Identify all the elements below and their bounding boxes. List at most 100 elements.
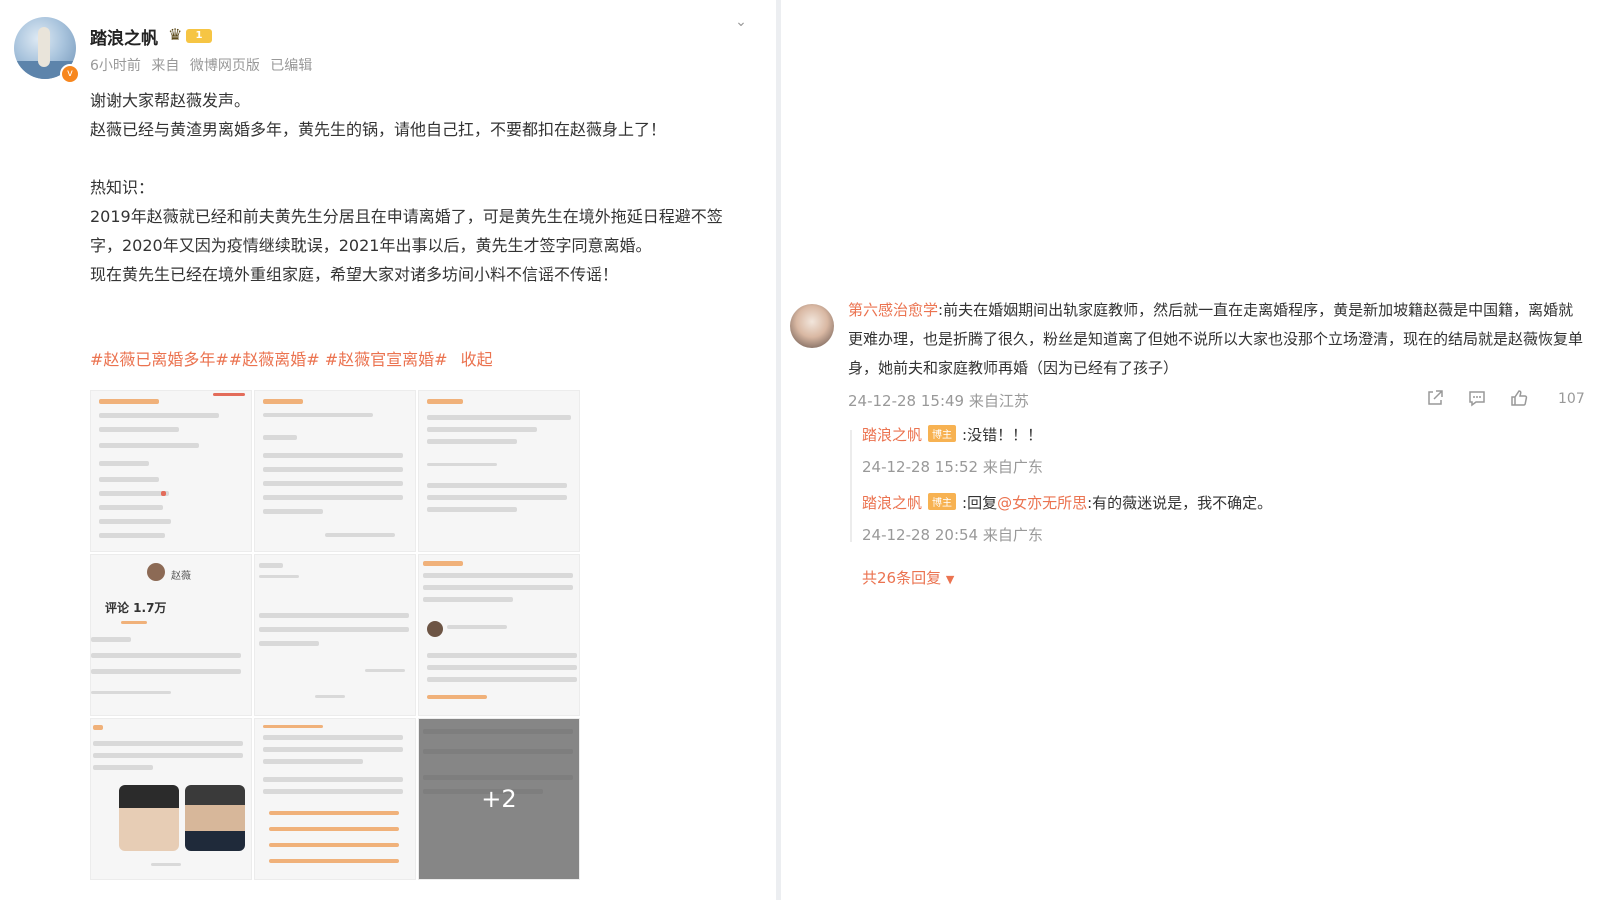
post-image-3[interactable] — [418, 390, 580, 552]
image-text-line — [263, 435, 297, 440]
image-text-line — [325, 533, 395, 537]
image-text-line — [315, 695, 345, 698]
post-image-1[interactable] — [90, 390, 252, 552]
total-replies-label[interactable]: 共26条回复 — [862, 569, 941, 587]
image-text-line — [99, 477, 159, 482]
comment-location: 来自江苏 — [968, 392, 1029, 410]
hashtag-link[interactable]: #赵薇已离婚多年# — [90, 350, 229, 369]
chevron-down-icon[interactable]: ⌄ — [733, 14, 749, 30]
image-text-line — [93, 725, 103, 730]
image-text-line — [99, 533, 165, 538]
post-image-2[interactable] — [254, 390, 416, 552]
hashtag-link[interactable]: #赵薇离婚# — [229, 350, 320, 369]
image-avatar — [147, 563, 165, 581]
image-text-line — [263, 759, 363, 764]
post-image-5[interactable] — [254, 554, 416, 716]
post-image-6[interactable] — [418, 554, 580, 716]
like-count: 107 — [1558, 391, 1585, 407]
image-text-line — [259, 627, 409, 632]
post-author-name[interactable]: 踏浪之帆 — [90, 24, 158, 49]
verified-badge-icon: v — [60, 64, 80, 84]
image-text-line — [269, 859, 399, 863]
comment-meta: 24-12-28 15:49 来自江苏 — [848, 390, 1029, 411]
image-text-line — [99, 443, 199, 448]
caret-down-icon: ▼ — [945, 573, 955, 586]
image-text-line — [427, 415, 571, 420]
image-text-line — [263, 413, 373, 417]
image-text-line — [91, 653, 241, 658]
share-icon[interactable] — [1424, 388, 1446, 410]
post-image-8[interactable] — [254, 718, 416, 880]
image-text-line — [423, 597, 513, 602]
reply-item: 踏浪之帆 博主:没错！！！ — [862, 424, 1042, 445]
comment-icon[interactable] — [1466, 388, 1488, 410]
post-source-prefix: 来自 — [151, 58, 180, 74]
image-text-line — [263, 495, 403, 500]
post-source: 微博网页版 — [189, 58, 260, 74]
image-text-line — [263, 467, 403, 472]
collapse-link[interactable]: 收起 — [461, 350, 493, 369]
comment-text: :前夫在婚姻期间出轨家庭教师，然后就一直在走离婚程序，黄是新加坡籍赵薇是中国籍，… — [848, 301, 1584, 377]
reply-meta: 24-12-28 20:54 来自广东 — [862, 524, 1043, 545]
author-badge: 博主 — [928, 425, 957, 442]
post-meta: 6小时前 来自 微博网页版 已编辑 — [90, 55, 318, 75]
image-text-line — [427, 665, 577, 670]
post-image-9[interactable]: +2 — [418, 718, 580, 880]
reply-text: :有的薇迷说是，我不确定。 — [1087, 494, 1273, 512]
image-text-line — [259, 613, 409, 618]
avatar-figure — [38, 27, 50, 67]
post-image-4[interactable]: 赵薇 评论 1.7万 — [90, 554, 252, 716]
post-line — [90, 144, 750, 173]
image-text-line — [263, 509, 323, 514]
image-text-line — [99, 427, 179, 432]
image-text-line — [263, 399, 303, 404]
image-text-line — [259, 575, 299, 578]
image-caption-comments: 评论 1.7万 — [105, 601, 167, 615]
reply-time: 24-12-28 20:54 — [862, 526, 979, 544]
image-photo-woman — [119, 785, 179, 851]
post-time[interactable]: 6小时前 — [90, 58, 141, 74]
post-tags: #赵薇已离婚多年##赵薇离婚# #赵薇官宣离婚# 收起 — [90, 346, 493, 370]
image-text-line — [263, 481, 403, 486]
column-divider — [776, 0, 781, 900]
commenter-avatar[interactable] — [790, 304, 834, 348]
image-text-line — [99, 461, 149, 466]
hashtag-link[interactable]: #赵薇官宣离婚# — [325, 350, 448, 369]
image-text-line — [121, 621, 147, 624]
reply-author[interactable]: 踏浪之帆 — [862, 426, 922, 444]
post-line: 赵薇已经与黄渣男离婚多年，黄先生的锅，请他自己扛，不要都扣在赵薇身上了！ — [90, 120, 667, 139]
image-text-line — [427, 439, 517, 444]
reply-location: 来自广东 — [982, 526, 1043, 544]
reply-author[interactable]: 踏浪之帆 — [862, 494, 922, 512]
image-text-line — [161, 491, 166, 496]
image-text-line — [263, 735, 403, 740]
image-text-line — [427, 653, 577, 658]
like-icon[interactable] — [1508, 388, 1530, 410]
image-text-line — [91, 637, 131, 642]
level-badge: 1 — [186, 29, 212, 43]
post-body: 谢谢大家帮赵薇发声。 赵薇已经与黄渣男离婚多年，黄先生的锅，请他自己扛，不要都扣… — [90, 86, 750, 289]
image-text-line — [99, 399, 159, 404]
image-text-line — [263, 777, 403, 782]
commenter-name[interactable]: 第六感治愈学 — [848, 301, 938, 319]
image-text-line — [263, 747, 403, 752]
image-text-line — [427, 463, 497, 466]
image-text-line — [259, 641, 319, 646]
image-text-line — [269, 811, 399, 815]
comment-body: 第六感治愈学:前夫在婚姻期间出轨家庭教师，然后就一直在走离婚程序，黄是新加坡籍赵… — [848, 296, 1583, 383]
image-caption-name: 赵薇 — [171, 571, 191, 582]
post-image-7[interactable] — [90, 718, 252, 880]
mention-link[interactable]: @女亦无所思 — [997, 494, 1087, 512]
image-text-line — [259, 563, 283, 568]
reply-meta: 24-12-28 15:52 来自广东 — [862, 456, 1043, 477]
image-text-line — [427, 677, 577, 682]
post-edited: 已编辑 — [270, 58, 313, 74]
image-text-line — [423, 561, 463, 566]
reply-time: 24-12-28 15:52 — [862, 458, 979, 476]
more-images-overlay[interactable]: +2 — [419, 719, 579, 879]
post-line: 谢谢大家帮赵薇发声。 — [90, 91, 251, 110]
view-all-replies-link[interactable]: 共26条回复 ▼ — [862, 567, 954, 588]
image-text-line — [91, 669, 241, 674]
post-line: 2019年赵薇就已经和前夫黄先生分居且在申请离婚了，可是黄先生在境外拖延日程避不… — [90, 207, 723, 255]
image-text-line — [263, 453, 403, 458]
